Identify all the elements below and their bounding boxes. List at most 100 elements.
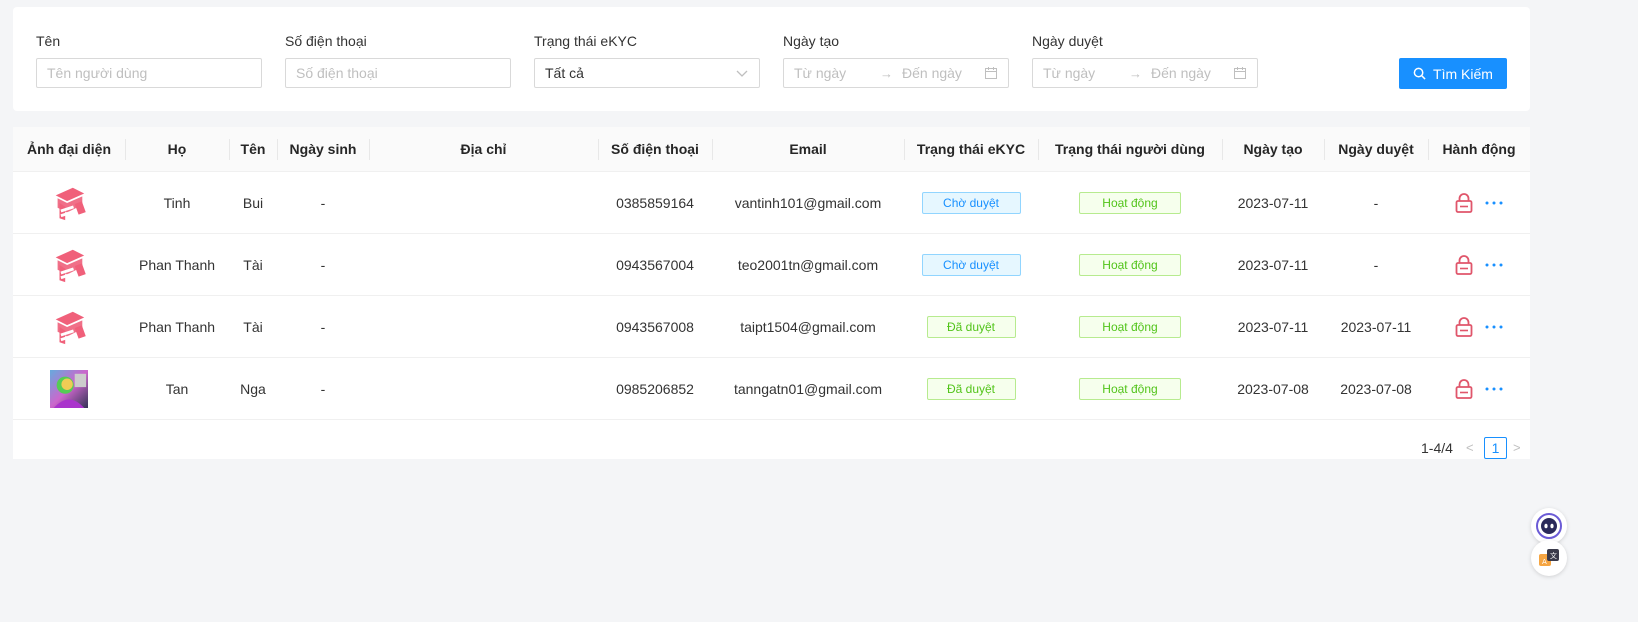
cell-last-name: Tan xyxy=(165,381,189,397)
cell-actions xyxy=(1428,172,1530,234)
ekyc-select-value: Tất cả xyxy=(545,65,584,81)
ekyc-status-badge: Chờ duyệt xyxy=(921,254,1021,276)
cell-email: teo2001tn@gmail.com xyxy=(737,257,879,273)
cell-actions xyxy=(1428,234,1530,296)
lock-icon[interactable] xyxy=(1455,193,1473,213)
col-dob: Ngày sinh xyxy=(289,141,357,157)
cell-phone: 0943567004 xyxy=(616,257,694,273)
approved-from-input[interactable]: Từ ngày xyxy=(1043,65,1129,81)
more-actions-icon[interactable] xyxy=(1473,387,1503,391)
pagination-next-icon[interactable]: > xyxy=(1513,440,1521,455)
col-first-name: Tên xyxy=(240,141,266,157)
cell-actions xyxy=(1428,358,1530,420)
lock-icon[interactable] xyxy=(1455,255,1473,275)
user-status-badge: Hoạt động xyxy=(1079,378,1181,400)
avatar xyxy=(13,234,125,296)
phone-filter-label: Số điện thoại xyxy=(285,33,367,49)
cell-approved: 2023-07-08 xyxy=(1340,381,1412,397)
cell-phone: 0385859164 xyxy=(616,195,694,211)
more-actions-icon[interactable] xyxy=(1473,263,1503,267)
name-input[interactable] xyxy=(47,65,251,81)
phone-filter: Số điện thoại xyxy=(285,33,511,88)
users-table: Ảnh đại diện Họ Tên Ngày sinh Địa chỉ Số… xyxy=(13,127,1530,459)
lock-icon[interactable] xyxy=(1455,317,1473,337)
avatar-hat-logo-icon xyxy=(55,249,86,283)
name-filter: Tên xyxy=(36,33,262,88)
cell-approved: 2023-07-11 xyxy=(1340,319,1412,335)
cell-user-status: Hoạt động xyxy=(1038,296,1222,358)
chevron-down-icon xyxy=(736,70,748,77)
user-status-badge: Hoạt động xyxy=(1079,254,1181,276)
approved-date-label: Ngày duyệt xyxy=(1032,33,1103,49)
table-row: Phan Thanh Tài - 0943567008 taipt1504@gmail.… xyxy=(13,296,1530,358)
ekyc-select[interactable]: Tất cả xyxy=(534,58,760,88)
cell-dob: - xyxy=(320,319,326,335)
cell-created: 2023-07-11 xyxy=(1237,319,1309,335)
more-actions-icon[interactable] xyxy=(1473,325,1503,329)
col-approved: Ngày duyệt xyxy=(1338,141,1414,157)
avatar xyxy=(13,358,125,420)
ekyc-status-badge: Chờ duyệt xyxy=(921,192,1021,214)
cell-ekyc-status: Đã duyệt xyxy=(904,296,1038,358)
cell-user-status: Hoạt động xyxy=(1038,358,1222,420)
calendar-icon xyxy=(1234,67,1246,79)
svg-text:A: A xyxy=(1542,558,1547,566)
pagination-page-1[interactable]: 1 xyxy=(1484,437,1507,459)
approved-to-input[interactable]: Đến ngày xyxy=(1151,65,1233,81)
created-to-input[interactable]: Đến ngày xyxy=(902,65,984,81)
cell-approved: - xyxy=(1373,195,1379,211)
search-icon xyxy=(1413,67,1426,80)
cell-email: tanngatn01@gmail.com xyxy=(733,381,883,397)
translate-icon: 文A xyxy=(1539,549,1559,566)
cell-dob: - xyxy=(320,257,326,273)
cell-last-name: Phan Thanh xyxy=(138,319,216,335)
cell-user-status: Hoạt động xyxy=(1038,172,1222,234)
more-actions-icon[interactable] xyxy=(1473,201,1503,205)
name-filter-label: Tên xyxy=(36,33,61,49)
cell-created: 2023-07-08 xyxy=(1237,381,1309,397)
phone-input-box[interactable] xyxy=(285,58,511,88)
avatar-hat-logo-icon xyxy=(55,311,86,345)
table-header: Ảnh đại diện Họ Tên Ngày sinh Địa chỉ Số… xyxy=(13,127,1530,172)
created-date-range[interactable]: Từ ngày → Đến ngày xyxy=(783,58,1009,88)
ekyc-filter: Trạng thái eKYC Tất cả xyxy=(534,33,760,88)
cell-first-name: Nga xyxy=(240,381,266,397)
cell-email: taipt1504@gmail.com xyxy=(740,319,876,335)
avatar-photo xyxy=(50,370,88,408)
table-row: Tan Nga - 0985206852 tanngatn01@gmail.com Đã … xyxy=(13,358,1530,420)
avatar-hat-logo-icon xyxy=(55,187,86,221)
cell-email: vantinh101@gmail.com xyxy=(734,195,882,211)
col-phone: Số điện thoại xyxy=(611,141,699,157)
phone-input[interactable] xyxy=(296,65,500,81)
cell-ekyc-status: Chờ duyệt xyxy=(904,172,1038,234)
translate-button[interactable]: 文A xyxy=(1531,540,1567,576)
cell-dob: - xyxy=(320,195,326,211)
col-address: Địa chỉ xyxy=(460,141,507,157)
cell-first-name: Tài xyxy=(243,257,263,273)
col-last-name: Họ xyxy=(167,141,187,157)
cell-address xyxy=(369,358,598,420)
cell-last-name: Tinh xyxy=(163,195,191,211)
approved-date-range[interactable]: Từ ngày → Đến ngày xyxy=(1032,58,1258,88)
created-date-label: Ngày tạo xyxy=(783,33,840,49)
cell-created: 2023-07-11 xyxy=(1237,195,1309,211)
cell-first-name: Bui xyxy=(242,195,264,211)
user-status-badge: Hoạt động xyxy=(1079,192,1181,214)
col-actions: Hành động xyxy=(1442,141,1516,157)
name-input-box[interactable] xyxy=(36,58,262,88)
cell-phone: 0985206852 xyxy=(616,381,694,397)
col-ekyc-status: Trạng thái eKYC xyxy=(916,141,1026,157)
arrow-right-icon: → xyxy=(880,65,893,81)
avatar xyxy=(13,172,125,234)
cell-actions xyxy=(1428,296,1530,358)
table-row: Tinh Bui - 0385859164 vantinh101@gmail.com Ch… xyxy=(13,172,1530,234)
bot-icon xyxy=(1536,513,1562,539)
created-from-input[interactable]: Từ ngày xyxy=(794,65,880,81)
filter-panel: Tên Số điện thoại Trạng thái eKYC Tất cả… xyxy=(13,7,1530,111)
pagination-prev-icon[interactable]: < xyxy=(1466,440,1474,455)
avatar xyxy=(13,296,125,358)
assistant-bot-button[interactable] xyxy=(1531,508,1567,544)
arrow-right-icon: → xyxy=(1129,65,1142,81)
search-button[interactable]: Tìm Kiếm xyxy=(1399,58,1507,89)
lock-icon[interactable] xyxy=(1455,379,1473,399)
